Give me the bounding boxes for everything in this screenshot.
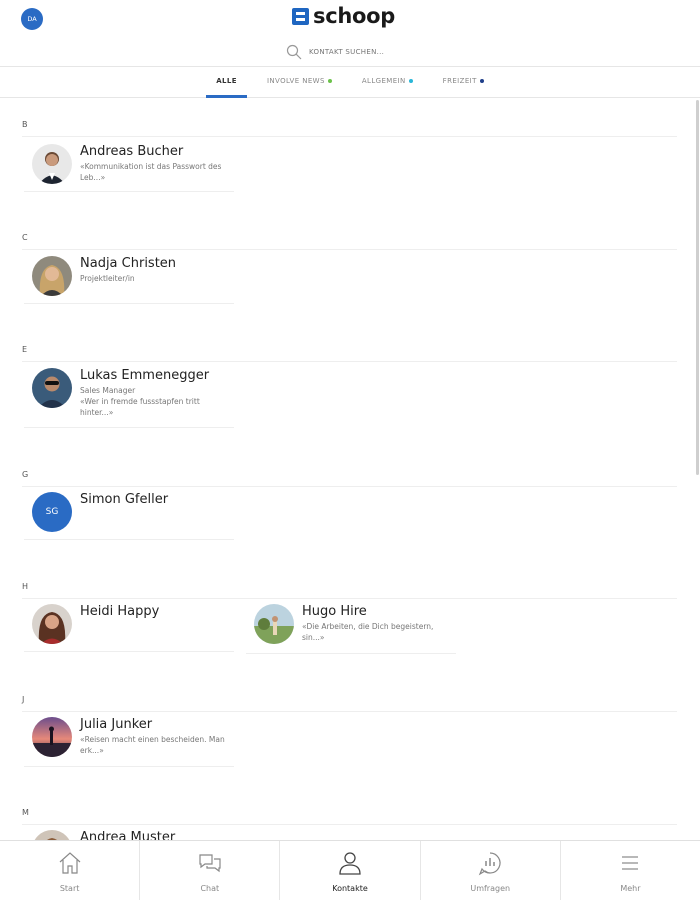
person-photo-icon <box>32 368 72 408</box>
contact-card[interactable]: Lukas Emmenegger Sales Manager «Wer in f… <box>24 360 234 428</box>
nav-start[interactable]: Start <box>0 841 141 900</box>
section-letter: G <box>22 470 29 479</box>
contact-card[interactable]: Andreas Bucher «Kommunikation ist das Pa… <box>24 136 234 192</box>
avatar-initials: SG <box>32 492 72 532</box>
section-letter: H <box>22 582 29 591</box>
nav-umfragen[interactable]: Umfragen <box>421 841 561 900</box>
header-divider <box>0 66 700 67</box>
contact-card[interactable]: Heidi Happy <box>24 596 234 652</box>
tab-label: INVOLVE NEWS <box>266 77 325 85</box>
contact-avatar <box>32 144 72 184</box>
logo-text: schoop <box>313 4 395 28</box>
filter-tabs: ALLE INVOLVE NEWS ALLGEMEIN FREIZEIT <box>0 74 700 98</box>
search-input[interactable] <box>309 48 429 56</box>
contact-name: Hugo Hire <box>302 604 367 619</box>
contact-name: Andrea Muster <box>80 830 176 840</box>
contact-card[interactable]: Andrea Muster <box>24 822 234 840</box>
user-avatar[interactable]: DA <box>21 8 43 30</box>
bottom-navigation: Start Chat Kontakte Umfragen Mehr <box>0 840 700 900</box>
person-photo-icon <box>32 256 72 296</box>
scrollbar[interactable] <box>696 100 699 475</box>
tab-involve-news[interactable]: INVOLVE NEWS <box>257 74 342 98</box>
dot-icon <box>479 79 484 83</box>
app-header: DA schoop ALLE INVOLVE NEWS ALLGEMEIN FR… <box>0 0 700 98</box>
contact-subtitle: Sales Manager «Wer in fremde fussstapfen… <box>80 386 200 417</box>
tab-label: FREIZEIT <box>442 77 477 85</box>
menu-icon <box>622 856 639 870</box>
logo-mark-icon <box>292 7 309 25</box>
landscape-photo-icon <box>254 604 294 644</box>
section-letter: M <box>22 808 29 817</box>
card-divider <box>246 653 456 654</box>
contact-avatar <box>32 830 72 840</box>
nav-label: Chat <box>200 884 220 893</box>
tab-label: ALLE <box>216 77 237 85</box>
card-divider <box>24 427 234 428</box>
contact-name: Heidi Happy <box>80 604 160 619</box>
contact-name: Lukas Emmenegger <box>80 368 210 383</box>
contact-avatar <box>32 256 72 296</box>
app-logo: schoop <box>292 4 395 28</box>
contact-card[interactable]: Hugo Hire «Die Arbeiten, die Dich begeis… <box>246 596 456 654</box>
contact-avatar <box>254 604 294 644</box>
contact-name: Nadja Christen <box>80 256 177 271</box>
nav-label: Umfragen <box>470 884 511 893</box>
contact-avatar <box>32 604 72 644</box>
card-divider <box>24 766 234 767</box>
nav-kontakte[interactable]: Kontakte <box>280 841 421 900</box>
contact-subtitle: «Die Arbeiten, die Dich begeistern, sin.… <box>302 622 434 642</box>
tab-freizeit[interactable]: FREIZEIT <box>433 74 494 98</box>
tab-alle[interactable]: ALLE <box>206 74 247 98</box>
contact-avatar <box>32 368 72 408</box>
nav-label: Start <box>59 884 80 893</box>
section-letter: C <box>22 233 28 242</box>
tab-label: ALLGEMEIN <box>361 77 406 85</box>
contact-card[interactable]: SG Simon Gfeller <box>24 484 234 540</box>
section-letter: B <box>22 120 28 129</box>
dot-icon <box>408 79 413 83</box>
tab-allgemein[interactable]: ALLGEMEIN <box>352 74 423 98</box>
card-divider <box>24 651 234 652</box>
contact-card[interactable]: Julia Junker «Reisen macht einen beschei… <box>24 709 234 767</box>
person-photo-icon <box>32 604 72 644</box>
contact-avatar <box>32 717 72 757</box>
contact-name: Andreas Bucher <box>80 144 184 159</box>
chat-icon <box>199 854 221 873</box>
dot-icon <box>327 79 332 83</box>
contact-subtitle: Projektleiter/in <box>80 274 135 283</box>
contact-name: Simon Gfeller <box>80 492 169 507</box>
card-divider <box>24 303 234 304</box>
contact-search[interactable] <box>286 42 429 62</box>
poll-icon <box>478 852 501 876</box>
sunset-photo-icon <box>32 717 72 757</box>
person-photo-icon <box>32 144 72 184</box>
search-icon <box>286 44 302 60</box>
section-letter: E <box>22 345 28 354</box>
contact-list[interactable]: B Andreas Bucher «Kommunikation ist das … <box>0 98 700 840</box>
contact-avatar: SG <box>32 492 72 532</box>
home-icon <box>59 852 80 874</box>
contact-subtitle: «Reisen macht einen bescheiden. Man erk.… <box>80 735 225 755</box>
section-letter: J <box>22 695 25 704</box>
contact-subtitle: «Kommunikation ist das Passwort des Leb.… <box>80 162 222 182</box>
person-photo-icon <box>32 830 72 840</box>
nav-label: Mehr <box>620 884 641 893</box>
nav-label: Kontakte <box>332 884 368 893</box>
nav-mehr[interactable]: Mehr <box>561 841 700 900</box>
card-divider <box>24 191 234 192</box>
person-icon <box>339 852 361 875</box>
nav-chat[interactable]: Chat <box>140 841 281 900</box>
card-divider <box>24 539 234 540</box>
contact-name: Julia Junker <box>80 717 153 732</box>
section-b: B <box>22 120 677 137</box>
contact-card[interactable]: Nadja Christen Projektleiter/in <box>24 248 234 304</box>
